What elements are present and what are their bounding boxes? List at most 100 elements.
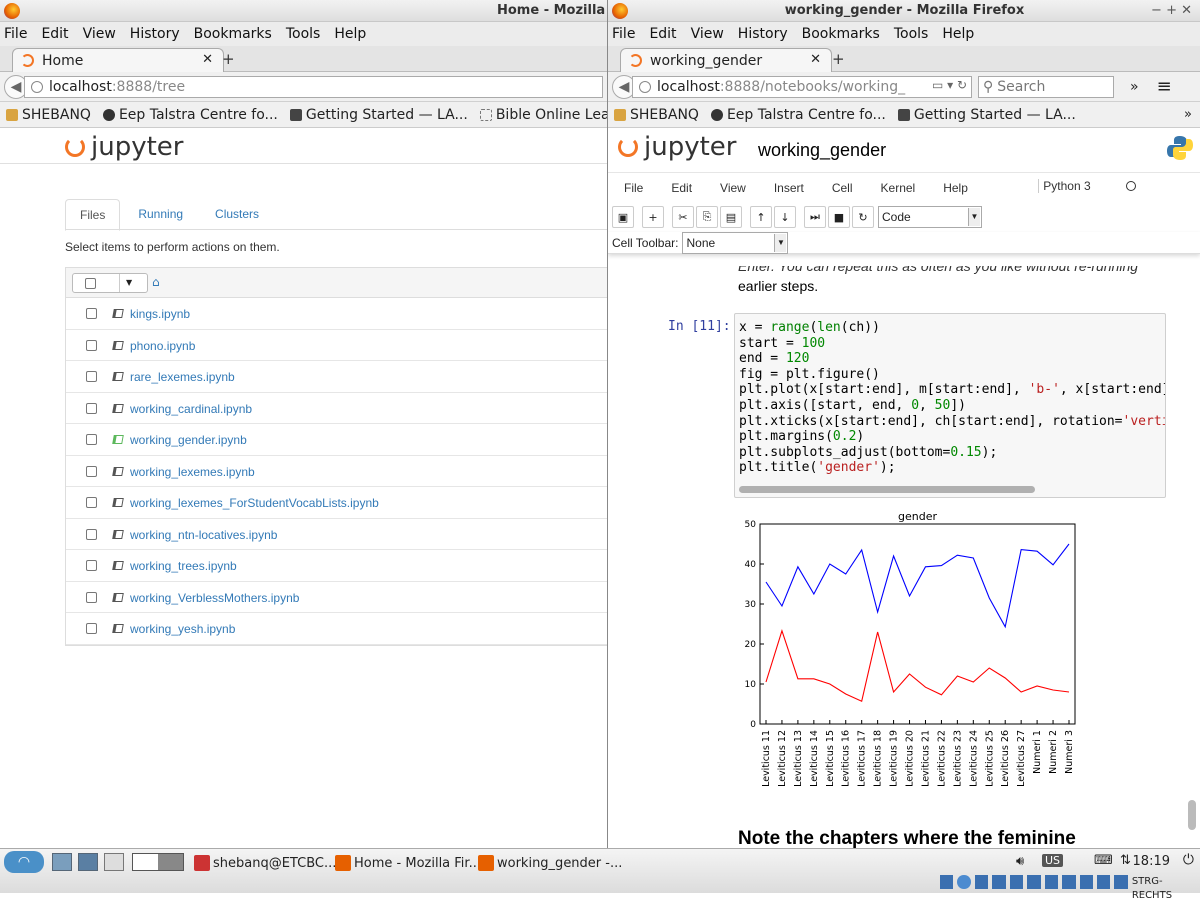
file-row[interactable]: rare_lexemes.ipynb [66,361,607,393]
copy-icon[interactable]: ⎘ [696,206,718,228]
close-tab-icon[interactable]: ✕ [202,52,213,67]
bookmark-1[interactable]: Eep Talstra Centre fo... [710,107,886,123]
tab-home[interactable]: Home ✕ [12,48,224,72]
reader-icon[interactable]: ▭ ▾ ↻ [932,78,967,92]
file-row[interactable]: working_VerblessMothers.ipynb [66,582,607,613]
tab-running[interactable]: Running [124,199,197,231]
stop-icon[interactable]: ■ [828,206,850,228]
notebook-title[interactable]: working_gender [758,140,886,161]
right-menu-file[interactable]: File [612,26,635,42]
jupyter-logo[interactable]: jupyter [618,132,736,162]
jupyter-logo[interactable]: jupyter [65,132,183,162]
notebook-menu-kernel[interactable]: Kernel [881,181,916,195]
left-menu-tools[interactable]: Tools [286,26,321,42]
search-box[interactable]: ⚲ Search [978,75,1114,98]
window-icon[interactable] [104,853,124,871]
window-controls[interactable]: − + ✕ [1151,0,1192,22]
tray-app-icon[interactable] [1114,875,1128,889]
volume-icon[interactable]: 🔊︎ [1016,854,1024,869]
right-url-bar[interactable]: localhost:8888/notebooks/working_ ▭ ▾ ↻ [632,75,972,98]
insert-cell-icon[interactable]: + [642,206,664,228]
file-checkbox[interactable] [86,591,97,603]
bookmark-0[interactable]: SHEBANQ [6,107,91,123]
move-down-icon[interactable]: ↓ [774,206,796,228]
tray-app-icon[interactable] [1044,875,1059,889]
hamburger-menu-icon[interactable]: ≡ [1157,76,1172,97]
right-menu-bookmarks[interactable]: Bookmarks [802,26,880,42]
left-menu-file[interactable]: File [4,26,27,42]
file-row[interactable]: working_cardinal.ipynb [66,393,607,424]
file-checkbox[interactable] [86,308,97,319]
file-row[interactable]: working_gender.ipynb [66,424,607,456]
file-checkbox[interactable] [86,623,97,634]
chevron-down-icon[interactable]: ▼ [119,274,132,292]
bookmark-0[interactable]: SHEBANQ [614,107,699,123]
power-icon[interactable]: ⏻ [1183,852,1194,868]
bookmark-3[interactable]: Bible Online Learner [479,107,607,123]
notebook-body[interactable]: Enter. You can repeat this as often as y… [608,266,1200,848]
tray-app-icon[interactable] [1062,875,1076,889]
tab-files[interactable]: Files [65,199,121,231]
left-menu-history[interactable]: History [130,26,180,42]
file-checkbox[interactable] [86,560,97,571]
file-link[interactable]: working_yesh.ipynb [130,622,235,636]
file-row[interactable]: working_lexemes.ipynb [66,456,607,487]
paste-icon[interactable]: ▤ [720,206,742,228]
cell-toolbar-select[interactable]: None ▼ [682,231,789,254]
right-menu-history[interactable]: History [738,26,788,42]
desktop-icon[interactable] [78,853,98,871]
workspace-switcher[interactable] [132,853,184,871]
right-menu-edit[interactable]: Edit [649,26,676,42]
restart-icon[interactable]: ↻ [852,206,874,228]
new-tab-button[interactable]: + [222,50,235,68]
move-up-icon[interactable]: ↑ [750,206,772,228]
page-vertical-scrollbar[interactable] [1188,800,1196,830]
file-link[interactable]: working_lexemes_ForStudentVocabLists.ipy… [130,496,379,510]
notebook-menu-edit[interactable]: Edit [671,181,692,195]
bookmarks-overflow-icon[interactable]: » [1184,107,1192,122]
file-checkbox[interactable] [86,497,97,508]
bookmark-2[interactable]: Getting Started — LA... [289,107,468,123]
network-icon[interactable]: ⇅ [1120,853,1131,868]
file-checkbox[interactable] [86,434,97,445]
close-tab-icon[interactable]: ✕ [810,52,821,67]
file-checkbox[interactable] [86,465,97,477]
file-link[interactable]: working_trees.ipynb [130,559,237,573]
new-tab-button[interactable]: + [832,50,845,68]
bookmark-1[interactable]: Eep Talstra Centre fo... [102,107,278,123]
file-link[interactable]: working_gender.ipynb [130,433,247,447]
file-row[interactable]: phono.ipynb [66,330,607,361]
start-menu-icon[interactable]: ◠ [4,851,44,873]
file-link[interactable]: kings.ipynb [130,307,190,321]
taskbar-item-terminal[interactable]: shebanq@ETCBC... [194,852,336,874]
file-row[interactable]: working_yesh.ipynb [66,613,607,645]
taskbar-item-working-gender[interactable]: working_gender -... [478,852,622,874]
tray-app-icon[interactable] [940,875,954,889]
tray-app-icon[interactable] [974,875,989,889]
file-checkbox[interactable] [86,371,97,382]
file-row[interactable]: working_ntn-locatives.ipynb [66,519,607,550]
file-checkbox[interactable] [86,402,97,414]
notebook-menu-view[interactable]: View [720,181,746,195]
save-icon[interactable]: ▣ [612,206,634,228]
file-link[interactable]: working_ntn-locatives.ipynb [130,528,277,542]
home-folder-icon[interactable]: ⌂ [152,275,160,289]
select-all-dropdown[interactable]: ▼ [72,273,148,293]
cut-icon[interactable]: ✂ [672,206,694,228]
left-url-bar[interactable]: localhost:8888/tree [24,75,603,98]
tray-app-icon[interactable] [1009,875,1024,889]
file-link[interactable]: phono.ipynb [130,339,195,353]
keyboard-layout[interactable]: US [1042,854,1064,867]
file-row[interactable]: working_lexemes_ForStudentVocabLists.ipy… [66,487,607,519]
overflow-chevron-icon[interactable]: » [1130,79,1139,95]
taskbar-item-home-firefox[interactable]: Home - Mozilla Fir... [335,852,481,874]
notebook-menu-cell[interactable]: Cell [832,181,853,195]
file-checkbox[interactable] [86,528,97,540]
file-link[interactable]: working_cardinal.ipynb [130,402,252,416]
notebook-menu-insert[interactable]: Insert [774,181,804,195]
run-icon[interactable]: ⏭ [804,206,826,228]
tray-app-icon[interactable] [957,875,971,889]
clock[interactable]: 18:19 [1133,854,1170,869]
left-title-bar[interactable]: Home - Mozilla [0,0,607,22]
keyboard-icon[interactable]: ⌨ [1094,853,1113,868]
